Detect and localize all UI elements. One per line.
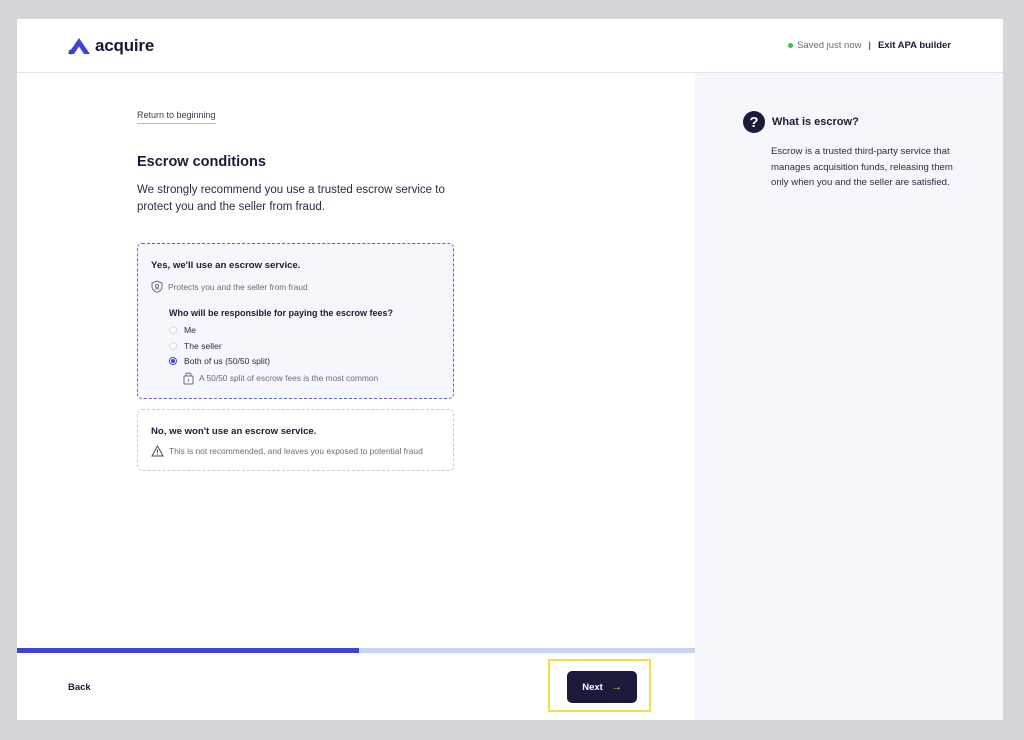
radio-checked-icon[interactable] [169, 357, 177, 365]
question-icon: ? [743, 111, 765, 133]
fees-option-label: The seller [184, 341, 222, 351]
shield-icon [151, 280, 163, 293]
fees-option-both[interactable]: Both of us (50/50 split) [169, 356, 270, 366]
save-status: Saved just now | Exit APA builder [788, 40, 951, 51]
fees-option-me[interactable]: Me [169, 325, 196, 335]
app-frame: acquire Saved just now | Exit APA builde… [17, 19, 1003, 720]
fees-option-label: Me [184, 325, 196, 335]
top-header: acquire Saved just now | Exit APA builde… [17, 19, 1003, 73]
warning-icon [151, 445, 164, 457]
next-button[interactable]: Next → [567, 671, 637, 703]
option-title: Yes, we'll use an escrow service. [151, 260, 301, 271]
progress-fill [17, 648, 360, 653]
header-separator: | [868, 40, 871, 51]
exit-apa-builder-link[interactable]: Exit APA builder [878, 40, 951, 51]
saved-status-text: Saved just now [797, 40, 862, 51]
escrow-no-option-card[interactable]: No, we won't use an escrow service. This… [137, 409, 454, 471]
next-button-label: Next [582, 681, 603, 693]
help-sidebar: ? What is escrow? Escrow is a trusted th… [695, 73, 1003, 720]
option-note: Protects you and the seller from fraud [151, 280, 308, 293]
fees-tip: A 50/50 split of escrow fees is the most… [183, 371, 378, 385]
fees-option-label: Both of us (50/50 split) [184, 356, 270, 366]
option-note-text: Protects you and the seller from fraud [168, 281, 308, 292]
acquire-logo-icon [68, 38, 90, 55]
sidebar-body: Escrow is a trusted third-party service … [771, 146, 953, 188]
progress-bar [17, 648, 695, 653]
option-note: This is not recommended, and leaves you … [151, 445, 423, 457]
radio-unchecked-icon[interactable] [169, 326, 177, 334]
acquire-logo[interactable]: acquire [67, 36, 154, 56]
lock-icon [183, 371, 194, 385]
saved-status-dot-icon [788, 43, 794, 48]
fees-tip-text: A 50/50 split of escrow fees is the most… [199, 373, 379, 383]
logo-text: acquire [95, 36, 155, 55]
option-title: No, we won't use an escrow service. [151, 426, 317, 437]
return-to-beginning-link[interactable]: Return to beginning [137, 110, 216, 124]
fees-option-seller[interactable]: The seller [169, 341, 222, 351]
escrow-yes-option-card[interactable]: Yes, we'll use an escrow service. Protec… [137, 243, 454, 399]
intro-text: We strongly recommend you use a trusted … [137, 184, 445, 213]
back-button[interactable]: Back [68, 682, 91, 693]
sidebar-title: What is escrow? [772, 116, 859, 128]
radio-unchecked-icon[interactable] [169, 342, 177, 350]
option-note-text: This is not recommended, and leaves you … [169, 446, 423, 456]
arrow-right-icon: → [611, 681, 622, 693]
fees-question-label: Who will be responsible for paying the e… [169, 308, 394, 318]
page-title: Escrow conditions [137, 154, 266, 170]
